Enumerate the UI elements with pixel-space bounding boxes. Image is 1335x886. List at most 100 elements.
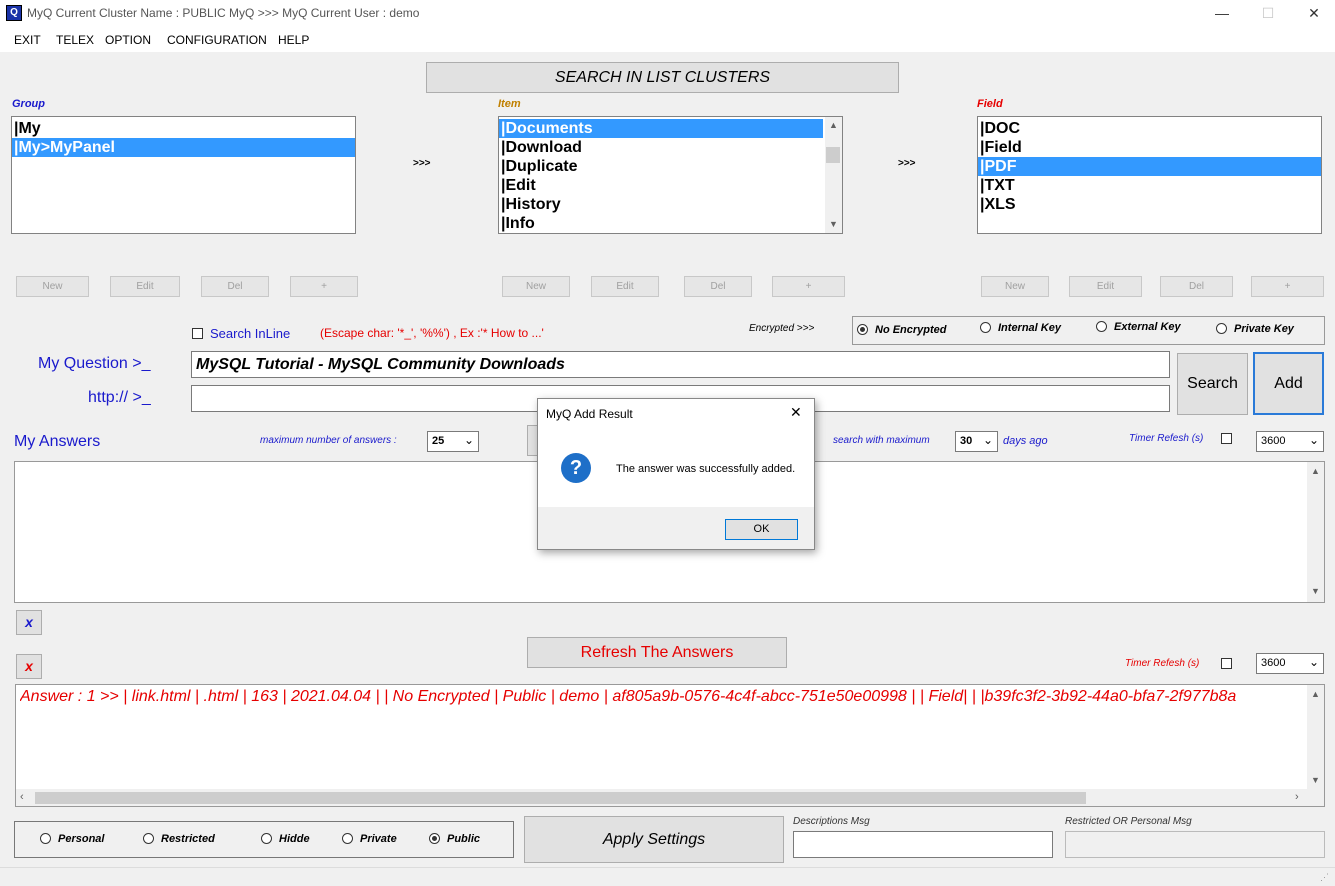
days-select[interactable]: 30 ⌄	[955, 431, 998, 452]
question-icon: ?	[561, 453, 591, 483]
field-new-button[interactable]: New	[981, 276, 1049, 297]
minimize-icon[interactable]: —	[1212, 4, 1232, 22]
refresh-answers-button[interactable]: Refresh The Answers	[527, 637, 787, 668]
question-input[interactable]: MySQL Tutorial - MySQL Community Downloa…	[191, 351, 1170, 378]
item-del-button[interactable]: Del	[684, 276, 752, 297]
personal-label: Personal	[58, 833, 105, 845]
radio-private-key[interactable]	[1216, 323, 1227, 334]
group-item-my[interactable]: |My	[12, 119, 355, 138]
dialog-close-icon[interactable]: ✕	[790, 404, 802, 421]
chevron-down-icon[interactable]: ⌄	[1309, 655, 1319, 669]
hscroll-thumb[interactable]	[35, 792, 1086, 804]
field-item-xls[interactable]: |XLS	[978, 195, 1321, 214]
private-label: Private	[360, 833, 397, 845]
app-logo-icon: Q	[6, 5, 22, 21]
results-hscrollbar[interactable]: ‹ ›	[16, 789, 1324, 806]
radio-private[interactable]	[342, 833, 353, 844]
item-item-edit[interactable]: |Edit	[499, 176, 823, 195]
scroll-down-icon[interactable]: ▼	[1307, 586, 1324, 596]
radio-hidde[interactable]	[261, 833, 272, 844]
scroll-up-icon[interactable]: ▲	[1307, 466, 1324, 476]
item-item-download[interactable]: |Download	[499, 138, 823, 157]
search-in-list-clusters-button[interactable]: SEARCH IN LIST CLUSTERS	[426, 62, 899, 93]
field-item-doc[interactable]: |DOC	[978, 119, 1321, 138]
search-inline-checkbox[interactable]	[192, 328, 203, 339]
group-plus-button[interactable]: +	[290, 276, 358, 297]
item-item-duplicate[interactable]: |Duplicate	[499, 157, 823, 176]
restricted-msg-input[interactable]	[1065, 831, 1325, 858]
field-plus-button[interactable]: +	[1251, 276, 1324, 297]
item-new-button[interactable]: New	[502, 276, 570, 297]
scroll-down-icon[interactable]: ▼	[1307, 775, 1324, 785]
item-edit-button[interactable]: Edit	[591, 276, 659, 297]
item-scrollbar[interactable]: ▲ ▼	[825, 117, 842, 233]
scroll-up-icon[interactable]: ▲	[825, 120, 842, 130]
max-answers-select[interactable]: 25 ⌄	[427, 431, 479, 452]
timer-checkbox[interactable]	[1221, 433, 1232, 444]
field-listbox[interactable]: |DOC |Field |PDF |TXT |XLS	[977, 116, 1322, 234]
question-input-value: MySQL Tutorial - MySQL Community Downloa…	[196, 356, 565, 373]
descriptions-label: Descriptions Msg	[793, 816, 870, 827]
radio-no-encrypted[interactable]	[857, 324, 868, 335]
hidde-label: Hidde	[279, 833, 310, 845]
field-label: Field	[977, 98, 1003, 110]
scroll-down-icon[interactable]: ▼	[825, 219, 842, 229]
escape-hint: (Escape char: '*_', '%%') , Ex :'* How t…	[320, 326, 544, 340]
timer2-checkbox[interactable]	[1221, 658, 1232, 669]
item-plus-button[interactable]: +	[772, 276, 845, 297]
menu-exit[interactable]: EXIT	[14, 33, 41, 47]
clear-answers-button[interactable]: x	[16, 610, 42, 635]
timer-label: Timer Refesh (s)	[1129, 433, 1204, 444]
group-item-mypanel[interactable]: |My>MyPanel	[12, 138, 355, 157]
field-item-txt[interactable]: |TXT	[978, 176, 1321, 195]
item-item-history[interactable]: |History	[499, 195, 823, 214]
descriptions-input[interactable]	[793, 831, 1053, 858]
group-del-button[interactable]: Del	[201, 276, 269, 297]
days-value: 30	[960, 435, 973, 447]
group-listbox[interactable]: |My |My>MyPanel	[11, 116, 356, 234]
field-edit-button[interactable]: Edit	[1069, 276, 1142, 297]
radio-internal-key[interactable]	[980, 322, 991, 333]
chevron-down-icon[interactable]: ⌄	[1309, 433, 1319, 447]
menu-configuration[interactable]: CONFIGURATION	[167, 33, 267, 47]
timer2-select[interactable]: 3600 ⌄	[1256, 653, 1324, 674]
group-edit-button[interactable]: Edit	[110, 276, 180, 297]
dialog-message: The answer was successfully added.	[616, 463, 796, 475]
menu-telex[interactable]: TELEX	[56, 33, 94, 47]
results-vscrollbar[interactable]: ▲ ▼	[1307, 685, 1324, 789]
item-item-info[interactable]: |Info	[499, 214, 823, 233]
chevron-down-icon[interactable]: ⌄	[983, 433, 993, 447]
group-new-button[interactable]: New	[16, 276, 89, 297]
answers-scrollbar[interactable]: ▲ ▼	[1307, 462, 1324, 602]
add-button[interactable]: Add	[1253, 352, 1324, 415]
search-button[interactable]: Search	[1177, 353, 1248, 415]
item-listbox[interactable]: |Documents |Download |Duplicate |Edit |H…	[498, 116, 843, 234]
scroll-up-icon[interactable]: ▲	[1307, 689, 1324, 699]
radio-public[interactable]	[429, 833, 440, 844]
results-textarea[interactable]: Answer : 1 >> | link.html | .html | 163 …	[15, 684, 1325, 807]
scroll-thumb[interactable]	[826, 147, 840, 163]
dialog-ok-button[interactable]: OK	[725, 519, 798, 540]
menu-option[interactable]: OPTION	[105, 33, 151, 47]
resize-grip-icon[interactable]: ⋰	[1320, 872, 1329, 883]
chevron-down-icon[interactable]: ⌄	[464, 433, 474, 447]
item-item-documents[interactable]: |Documents	[499, 119, 823, 138]
scroll-left-icon[interactable]: ‹	[20, 791, 24, 803]
group-label: Group	[12, 98, 45, 110]
field-item-field[interactable]: |Field	[978, 138, 1321, 157]
apply-settings-button[interactable]: Apply Settings	[524, 816, 784, 863]
radio-external-key[interactable]	[1096, 321, 1107, 332]
timer-select[interactable]: 3600 ⌄	[1256, 431, 1324, 452]
radio-restricted[interactable]	[143, 833, 154, 844]
item-to-field-arrow: >>>	[898, 158, 916, 169]
status-separator	[0, 867, 1335, 868]
scroll-right-icon[interactable]: ›	[1295, 791, 1299, 803]
close-icon[interactable]: ✕	[1304, 4, 1324, 22]
radio-personal[interactable]	[40, 833, 51, 844]
menu-help[interactable]: HELP	[278, 33, 309, 47]
clear-results-button[interactable]: x	[16, 654, 42, 679]
private-key-label: Private Key	[1234, 323, 1294, 335]
maximize-icon[interactable]: ☐	[1258, 4, 1278, 22]
field-del-button[interactable]: Del	[1160, 276, 1233, 297]
field-item-pdf[interactable]: |PDF	[978, 157, 1321, 176]
